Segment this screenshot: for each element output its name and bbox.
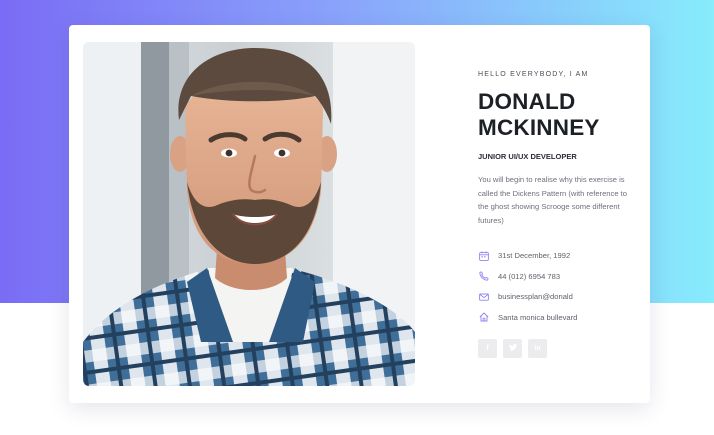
linkedin-button[interactable]: in (528, 339, 547, 358)
contact-email[interactable]: businessplan@donald (478, 286, 638, 307)
social-links: f in (478, 339, 553, 358)
contact-birthday: 31st December, 1992 (478, 245, 638, 266)
profile-card: HELLO EVERYBODY, I AM DONALD MCKINNEY JU… (69, 25, 650, 403)
contact-list: 31st December, 1992 44 (012) 6954 783 bu… (478, 245, 638, 327)
profile-info: HELLO EVERYBODY, I AM DONALD MCKINNEY JU… (478, 70, 638, 327)
contact-text: 44 (012) 6954 783 (498, 271, 561, 281)
facebook-icon: f (486, 345, 489, 352)
facebook-button[interactable]: f (478, 339, 497, 358)
calendar-icon (478, 250, 489, 261)
contact-address: Santa monica bullevard (478, 307, 638, 328)
job-title: JUNIOR UI/UX DEVELOPER (478, 152, 577, 161)
contact-text: businessplan@donald (498, 292, 573, 302)
linkedin-icon: in (534, 345, 541, 352)
twitter-button[interactable] (503, 339, 522, 358)
contact-text: 31st December, 1992 (498, 251, 571, 261)
home-icon (478, 312, 489, 323)
mail-icon (478, 291, 489, 302)
first-name: DONALD (478, 89, 576, 114)
bio-text: You will begin to realise why this exerc… (478, 175, 627, 225)
profile-name: DONALD MCKINNEY (478, 89, 638, 141)
contact-text: Santa monica bullevard (498, 312, 578, 322)
greeting-text: HELLO EVERYBODY, I AM (478, 71, 589, 78)
contact-phone[interactable]: 44 (012) 6954 783 (478, 266, 638, 287)
twitter-icon (508, 344, 517, 353)
last-name: MCKINNEY (478, 115, 600, 140)
profile-photo (83, 42, 415, 386)
phone-icon (478, 271, 489, 282)
